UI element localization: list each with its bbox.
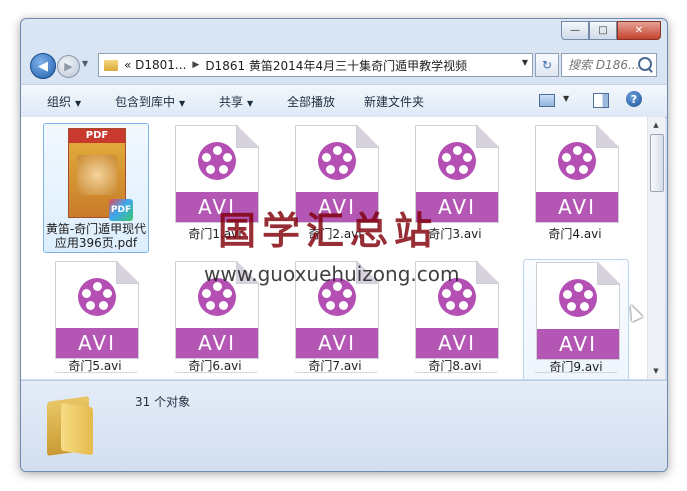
- change-view-icon[interactable]: [539, 94, 555, 107]
- watermark-url: www.guoxuehuizong.com: [204, 262, 460, 286]
- window-controls: — □ ✕: [561, 21, 661, 40]
- preview-pane-icon[interactable]: [593, 93, 609, 108]
- pdf-app-badge-icon: PDF: [109, 199, 133, 221]
- breadcrumb-current-folder[interactable]: D1861 黄笛2014年4月三十集奇门遁甲教学视频: [205, 57, 467, 74]
- file-item-avi[interactable]: AVI 奇门5.avi: [43, 259, 147, 379]
- address-bar-row: ◀ ▶ ▼ « D1801... ▶ D1861 黄笛2014年4月三十集奇门遁…: [21, 49, 667, 79]
- refresh-icon: ↻: [541, 58, 553, 72]
- film-reel-icon: [78, 278, 116, 316]
- file-name: 黄笛-奇门遁甲现代应用396页.pdf: [45, 222, 147, 250]
- scroll-up-icon[interactable]: ▲: [650, 119, 662, 131]
- scroll-down-icon[interactable]: ▼: [650, 365, 662, 377]
- partial-file-row: [55, 372, 137, 379]
- film-reel-icon: [559, 279, 597, 317]
- minimize-button[interactable]: —: [561, 21, 589, 40]
- file-name: 奇门6.avi: [188, 359, 242, 373]
- forward-arrow-icon: ▶: [64, 60, 73, 73]
- watermark-title: 国学汇总站: [218, 209, 439, 253]
- address-box[interactable]: « D1801... ▶ D1861 黄笛2014年4月三十集奇门遁甲教学视频 …: [98, 53, 533, 77]
- maximize-button[interactable]: □: [589, 21, 617, 40]
- include-in-library-button[interactable]: 包含到库中 ▼: [115, 93, 185, 110]
- file-item-avi[interactable]: AVI 奇门9.avi: [523, 259, 629, 379]
- forward-button[interactable]: ▶: [57, 55, 80, 78]
- include-in-library-label: 包含到库中: [115, 95, 176, 109]
- partial-file-row: [415, 372, 497, 379]
- search-box[interactable]: [561, 53, 657, 77]
- chevron-down-icon: ▼: [179, 99, 186, 108]
- file-name: 奇门8.avi: [428, 359, 482, 373]
- back-button[interactable]: ◀: [30, 53, 56, 79]
- avi-band-text: AVI: [296, 328, 378, 358]
- chevron-down-icon: ▼: [247, 99, 254, 108]
- new-folder-button[interactable]: 新建文件夹: [364, 93, 424, 110]
- file-name: 奇门4.avi: [548, 227, 602, 241]
- breadcrumb-separator-icon[interactable]: ▶: [192, 60, 199, 70]
- pdf-header-text: PDF: [85, 130, 109, 141]
- avi-band-text: AVI: [56, 328, 138, 358]
- details-pane: 31 个对象: [21, 380, 667, 471]
- partial-file-row: [175, 372, 257, 379]
- organize-button[interactable]: 组织 ▼: [47, 93, 81, 110]
- file-name: 奇门5.avi: [68, 359, 122, 373]
- avi-file-icon: AVI: [55, 261, 139, 359]
- folder-icon: [47, 393, 103, 456]
- share-button[interactable]: 共享 ▼: [219, 93, 253, 110]
- help-icon[interactable]: ?: [626, 91, 642, 107]
- folder-icon: [104, 59, 118, 71]
- avi-band-text: AVI: [416, 328, 498, 358]
- avi-band-text: AVI: [176, 328, 258, 358]
- pdf-file-icon: PDF PDF: [68, 128, 133, 221]
- avi-file-icon: AVI: [535, 125, 619, 223]
- film-reel-icon: [558, 142, 596, 180]
- partial-file-row: [535, 372, 617, 379]
- item-count: 31 个对象: [135, 395, 191, 409]
- view-options-dropdown-icon[interactable]: ▼: [563, 94, 569, 103]
- chevron-down-icon: ▼: [75, 99, 82, 108]
- file-name: 奇门7.avi: [308, 359, 362, 373]
- avi-band-text: AVI: [537, 329, 619, 359]
- film-reel-icon: [198, 142, 236, 180]
- back-arrow-icon: ◀: [38, 58, 48, 74]
- avi-band-text: AVI: [536, 192, 618, 222]
- book-cover-thumbnail: [77, 155, 117, 195]
- avi-file-icon: AVI: [536, 262, 620, 360]
- address-dropdown-icon[interactable]: ▼: [522, 58, 528, 67]
- film-reel-icon: [438, 142, 476, 180]
- search-input[interactable]: [566, 57, 640, 73]
- recent-pages-dropdown[interactable]: ▼: [82, 59, 88, 68]
- share-label: 共享: [219, 95, 244, 109]
- organize-label: 组织: [47, 95, 72, 109]
- file-item-avi[interactable]: AVI 奇门4.avi: [523, 123, 627, 251]
- play-all-button[interactable]: 全部播放: [287, 93, 335, 110]
- close-button[interactable]: ✕: [617, 21, 661, 40]
- vertical-scrollbar[interactable]: ▲ ▼: [647, 117, 665, 379]
- command-bar: 组织 ▼ 包含到库中 ▼ 共享 ▼ 全部播放 新建文件夹 ▼ ?: [21, 84, 667, 118]
- search-icon[interactable]: [638, 57, 652, 71]
- refresh-button[interactable]: ↻: [535, 53, 559, 77]
- partial-file-row: [295, 372, 377, 379]
- file-item-pdf[interactable]: PDF PDF 黄笛-奇门遁甲现代应用396页.pdf: [43, 123, 149, 253]
- scroll-thumb[interactable]: [650, 134, 664, 192]
- film-reel-icon: [318, 142, 356, 180]
- breadcrumb-root[interactable]: « D1801...: [124, 58, 186, 72]
